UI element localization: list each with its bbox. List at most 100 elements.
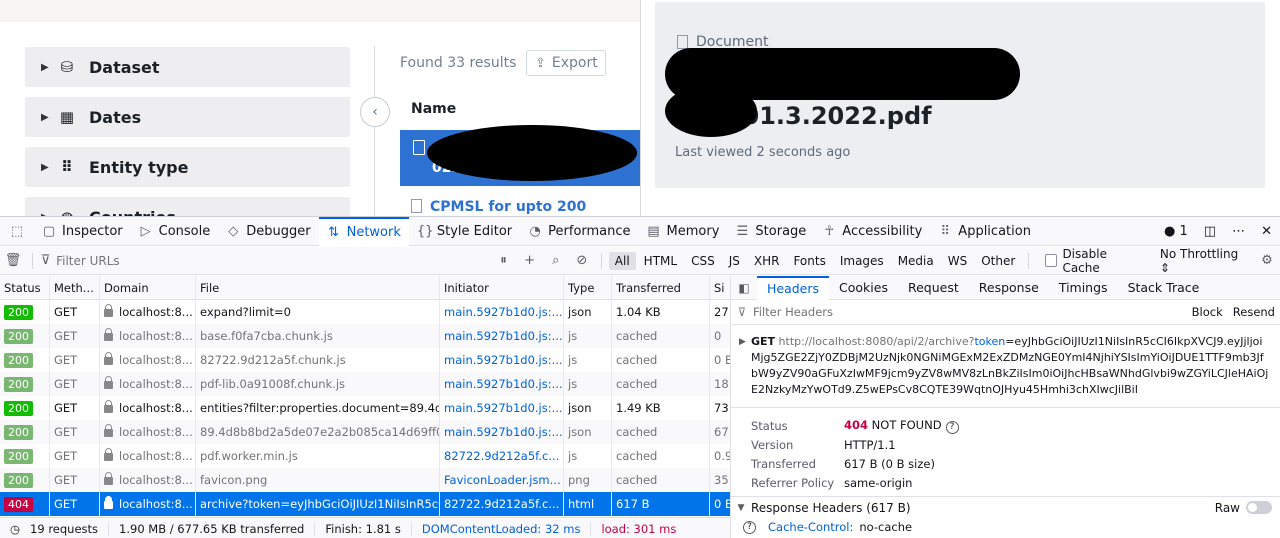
throttling-select[interactable]: No Throttling ⇕ bbox=[1160, 247, 1246, 275]
filter-images[interactable]: Images bbox=[834, 252, 890, 270]
tab-performance[interactable]: ◔ Performance bbox=[520, 217, 638, 246]
request-row[interactable]: 200 GET localhost:8... expand?limit=0 main.5… bbox=[0, 300, 730, 324]
filter-xhr[interactable]: XHR bbox=[748, 252, 786, 270]
filter-urls-input[interactable] bbox=[52, 249, 491, 272]
status-label: Status bbox=[751, 418, 788, 433]
initiator-cell[interactable]: main.5927b1d0.js:... bbox=[440, 396, 564, 420]
tab-timings[interactable]: Timings bbox=[1049, 276, 1118, 300]
request-row[interactable]: 200 GET localhost:8... 82722.9d212a5f.chunk… bbox=[0, 348, 730, 372]
filter-headers-input[interactable]: Filter Headers bbox=[753, 305, 1187, 319]
column-header-name[interactable]: Name bbox=[411, 101, 456, 117]
request-rows: 200 GET localhost:8... expand?limit=0 main.5… bbox=[0, 300, 730, 516]
size-cell: 73 bbox=[714, 401, 729, 415]
more-options-icon[interactable]: ⋯ bbox=[1232, 224, 1245, 239]
column-header-size[interactable]: Si bbox=[710, 276, 730, 300]
tab-storage[interactable]: ☰ Storage bbox=[727, 217, 814, 246]
request-row[interactable]: 200 GET localhost:8... pdf.worker.min.js 827… bbox=[0, 444, 730, 468]
facet-dates[interactable]: ▶ ▦ Dates bbox=[25, 97, 350, 137]
collapse-sidebar-button[interactable]: ‹ bbox=[360, 97, 390, 127]
initiator-cell[interactable]: main.5927b1d0.js:... bbox=[440, 300, 564, 324]
request-row[interactable]: 200 GET localhost:8... favicon.png FaviconLo… bbox=[0, 468, 730, 492]
filter-other[interactable]: Other bbox=[975, 252, 1021, 270]
filter-media[interactable]: Media bbox=[892, 252, 940, 270]
column-header-domain[interactable]: Domain bbox=[100, 276, 196, 300]
filter-css[interactable]: CSS bbox=[685, 252, 721, 270]
domain-text: localhost:8... bbox=[119, 497, 193, 511]
initiator-cell[interactable]: 82722.9d212a5f.c... bbox=[440, 492, 564, 516]
method-cell: GET bbox=[50, 444, 100, 468]
add-icon[interactable]: + bbox=[517, 253, 543, 268]
tab-inspector[interactable]: ▢ Inspector bbox=[34, 217, 131, 246]
request-url-host: http://localhost:8080/api/2/archive? bbox=[778, 335, 975, 348]
initiator-cell[interactable]: FaviconLoader.jsm... bbox=[440, 468, 564, 492]
initiator-cell[interactable]: main.5927b1d0.js:... bbox=[440, 420, 564, 444]
tab-debugger[interactable]: ◇ Debugger bbox=[218, 217, 318, 246]
initiator-cell[interactable]: 82722.9d212a5f.c... bbox=[440, 444, 564, 468]
column-header-type[interactable]: Type bbox=[564, 276, 612, 300]
initiator-cell[interactable]: main.5927b1d0.js:... bbox=[440, 348, 564, 372]
tab-accessibility[interactable]: ☥ Accessibility bbox=[814, 217, 930, 246]
raw-toggle[interactable] bbox=[1246, 501, 1272, 514]
export-button[interactable]: ⇪ Export bbox=[526, 50, 606, 76]
facet-countries[interactable]: ▶ ◍ Countries bbox=[25, 197, 350, 216]
result-row[interactable]: CPMSL for upto 200 bbox=[411, 199, 586, 215]
initiator-cell[interactable]: main.5927b1d0.js:... bbox=[440, 372, 564, 396]
request-table: Status Meth... Domain File Initiator Typ… bbox=[0, 276, 730, 517]
header-name[interactable]: Cache-Control: bbox=[768, 520, 853, 534]
debugger-icon: ◇ bbox=[228, 223, 239, 239]
tab-cookies[interactable]: Cookies bbox=[829, 276, 898, 300]
facet-entity-type[interactable]: ▶ ⠿ Entity type bbox=[25, 147, 350, 187]
tab-response[interactable]: Response bbox=[969, 276, 1049, 300]
column-header-transferred[interactable]: Transferred bbox=[612, 276, 710, 300]
block-button[interactable]: Block bbox=[1187, 305, 1228, 319]
resend-button[interactable]: Resend bbox=[1228, 305, 1280, 319]
facet-label: Dates bbox=[89, 107, 142, 127]
gear-icon[interactable]: ⚙ bbox=[1254, 253, 1280, 268]
request-row[interactable]: 200 GET localhost:8... pdf-lib.0a91008f.chu… bbox=[0, 372, 730, 396]
document-title-text: 01.3.2022.pdf bbox=[742, 102, 932, 130]
disable-cache-checkbox[interactable]: Disable Cache bbox=[1045, 247, 1142, 275]
help-icon[interactable]: ? bbox=[945, 420, 959, 434]
filter-all[interactable]: All bbox=[608, 251, 636, 270]
search-icon[interactable]: ⌕ bbox=[543, 253, 569, 268]
filter-fonts[interactable]: Fonts bbox=[787, 252, 831, 270]
expand-caret-icon[interactable]: ▶ bbox=[739, 334, 746, 350]
status-badge: 404 bbox=[4, 497, 33, 512]
filter-js[interactable]: JS bbox=[723, 252, 746, 270]
request-row[interactable]: 200 GET localhost:8... entities?filter:prop… bbox=[0, 396, 730, 420]
element-picker-button[interactable]: ⬚ bbox=[0, 217, 34, 246]
globe-icon: ◍ bbox=[59, 208, 75, 216]
dock-icon[interactable]: ◫ bbox=[1204, 224, 1216, 239]
filter-ws[interactable]: WS bbox=[942, 252, 973, 270]
help-icon[interactable]: ? bbox=[743, 520, 756, 534]
tab-network[interactable]: ⇅ Network bbox=[318, 216, 409, 246]
error-count-badge[interactable]: ● 1 bbox=[1164, 224, 1188, 239]
web-page: ▶ ⛁ Dataset ▶ ▦ Dates ▶ ⠿ Entity type ▶ … bbox=[0, 0, 1280, 216]
filter-html[interactable]: HTML bbox=[638, 252, 683, 270]
tab-headers[interactable]: Headers bbox=[757, 276, 830, 300]
column-header-status[interactable]: Status bbox=[0, 276, 50, 300]
column-header-file[interactable]: File bbox=[196, 276, 440, 300]
response-headers-section[interactable]: ▼ Response Headers (617 B) Raw bbox=[731, 496, 1280, 518]
pause-icon[interactable]: ⏸ bbox=[490, 253, 516, 268]
column-header-initiator[interactable]: Initiator bbox=[440, 276, 564, 300]
tab-application[interactable]: ⠿ Application bbox=[930, 217, 1039, 246]
tab-memory[interactable]: ▤ Memory bbox=[639, 217, 728, 246]
block-icon[interactable]: ⊘ bbox=[569, 253, 595, 268]
tab-console[interactable]: ▷ Console bbox=[131, 217, 219, 246]
tab-style-editor[interactable]: {} Style Editor bbox=[409, 217, 520, 246]
tab-stack-trace[interactable]: Stack Trace bbox=[1118, 276, 1210, 300]
close-icon[interactable]: ✕ bbox=[1261, 224, 1272, 239]
trash-icon[interactable]: 🗑 bbox=[0, 253, 26, 268]
request-row[interactable]: 200 GET localhost:8... 89.4d8b8bd2a5de07e2a… bbox=[0, 420, 730, 444]
initiator-cell[interactable]: main.5927b1d0.js:... bbox=[440, 324, 564, 348]
column-header-method[interactable]: Meth... bbox=[50, 276, 100, 300]
request-row[interactable]: 404 GET localhost:8... archive?token=eyJhbG… bbox=[0, 492, 730, 516]
type-cell: js bbox=[564, 372, 612, 396]
request-row[interactable]: 200 GET localhost:8... base.f0fa7cba.chunk.… bbox=[0, 324, 730, 348]
version-value: HTTP/1.1 bbox=[844, 437, 896, 452]
facet-dataset[interactable]: ▶ ⛁ Dataset bbox=[25, 47, 350, 87]
tab-request[interactable]: Request bbox=[898, 276, 969, 300]
tab-label: Application bbox=[958, 223, 1031, 239]
toggle-sidebar-icon[interactable]: ◧ bbox=[731, 281, 757, 295]
